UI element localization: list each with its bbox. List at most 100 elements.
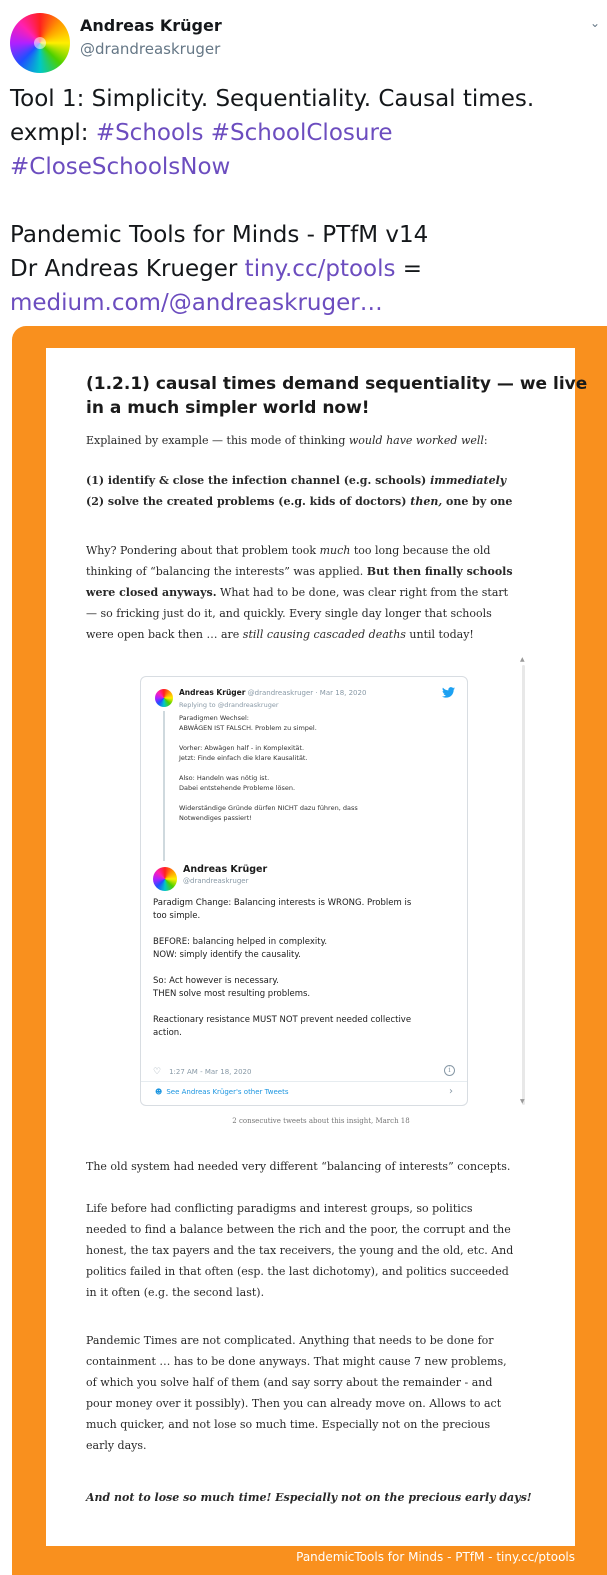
why-paragraph: Why? Pondering about that problem took m… [86,540,556,645]
text-line: early days. [86,1439,147,1452]
tweet-line: Paradigmen Wechsel: [179,714,249,722]
tweet-line: Pandemic Tools for Minds - PTfM v14 [10,222,429,248]
english-tweet-text: Paradigm Change: Balancing interests is … [153,897,458,1040]
text-line: needed to find a balance between the ric… [86,1223,511,1236]
embed-timestamp-row: ♡ 1:27 AM - Mar 18, 2020 [153,1067,251,1077]
tweet-text-fragment: exmpl: [10,120,96,146]
embed-timestamp[interactable]: 1:27 AM - Mar 18, 2020 [169,1068,251,1076]
figure-caption: 2 consecutive tweets about this insight,… [232,1117,410,1125]
tweet-line: ABWÄGEN IST FALSCH. Problem zu simpel. [179,724,317,732]
intro-paragraph: Explained by example — this mode of thin… [86,430,556,451]
medium-link[interactable]: medium.com/@andreaskruger… [10,290,383,316]
tweet-line: Dabei entstehende Probleme lösen. [179,784,296,792]
text-fragment: much [319,544,351,557]
author-name[interactable]: Andreas Krüger [80,16,222,35]
steps-paragraph: (1) identify & close the infection chann… [86,470,556,512]
text-line: And not to lose so much time! Especially… [86,1491,532,1504]
text-fragment: (2) solve the created problems (e.g. kid… [86,495,411,508]
embed-author-handle[interactable]: @drandreaskruger [183,877,248,885]
avatar[interactable] [155,689,173,707]
image-footer-caption: PandemicTools for Minds - PTfM - tiny.cc… [296,1550,575,1564]
avatar[interactable] [10,13,70,73]
tweet-header: Andreas Krüger @drandreaskruger ⌄ [10,10,600,73]
embed-author-name[interactable]: Andreas Krüger [183,864,267,875]
heart-icon[interactable]: ♡ [153,1067,161,1077]
title-line: (1.2.1) causal times demand sequentialit… [86,374,588,394]
article-title: (1.2.1) causal times demand sequentialit… [86,372,588,420]
closing-paragraph: And not to lose so much time! Especially… [86,1487,556,1508]
text-fragment: : [483,434,488,447]
info-icon[interactable]: i [444,1065,455,1076]
avatar[interactable] [153,867,177,891]
text-fragment: too long because the old [350,544,491,557]
tweet-line: Vorher: Abwägen half - in Komplexität. [179,744,305,752]
tweet-line: Widerständige Gründe dürfen NICHT dazu f… [179,804,358,812]
text-fragment: were open back then … are [86,628,243,641]
chevron-right-icon[interactable]: › [449,1086,453,1097]
paragraph: Life before had conflicting paradigms an… [86,1198,556,1303]
tweet-line: Jetzt: Finde einfach die klare Kausalitä… [179,754,308,762]
chevron-down-icon[interactable]: ⌄ [590,16,600,30]
twitter-bird-icon[interactable] [442,687,455,698]
divider [141,1081,467,1082]
see-other-tweets-label: See Andreas Krüger's other Tweets [166,1088,289,1096]
text-fragment: — so fricking just do it, and quickly. E… [86,607,492,620]
author-handle[interactable]: @drandreaskruger [80,40,220,58]
tweet-line: Paradigm Change: Balancing interests is … [153,898,412,908]
tweet-line: Dr Andreas Krueger tiny.cc/ptools = [10,252,600,286]
title-line: in a much simpler world now! [86,398,370,418]
text-fragment: immediately [430,474,507,487]
tweet-line: action. [153,1028,182,1038]
german-tweet-text: Paradigmen Wechsel: ABWÄGEN IST FALSCH. … [179,713,459,823]
scrollbar[interactable] [522,665,525,1105]
text-fragment: still causing cascaded deaths [242,628,406,641]
tweet-line: Reactionary resistance MUST NOT prevent … [153,1015,412,1025]
text-line: Pandemic Times are not complicated. Anyt… [86,1334,494,1347]
tweet-line: THEN solve most resulting problems. [153,989,311,999]
replying-to[interactable]: Replying to @drandreaskruger [179,701,279,709]
embed-header: Andreas Krüger @drandreaskruger · Mar 18… [179,688,366,697]
tweet-line: exmpl: #Schools #SchoolClosure [10,116,600,150]
text-fragment: until today! [405,628,474,641]
tweet-line: Tool 1: Simplicity. Sequentiality. Causa… [10,86,535,112]
text-fragment: were closed anyways. [86,586,217,599]
tweet-text: Tool 1: Simplicity. Sequentiality. Causa… [10,82,600,320]
text-line: pour money over it possibly). Then you c… [86,1397,502,1410]
tweet-line: medium.com/@andreaskruger… [10,286,600,320]
text-fragment: (1) identify & close the infection chann… [86,474,431,487]
embed-author-name[interactable]: Andreas Krüger [179,688,245,697]
person-icon: ☻ [155,1088,163,1096]
text-fragment: Explained by example — this mode of thin… [86,434,349,447]
scroll-up-icon[interactable]: ▲ [520,656,525,663]
text-line: politics failed in that often (esp. the … [86,1265,509,1278]
hashtag-closeschoolsnow-link[interactable]: #CloseSchoolsNow [10,154,230,180]
tweet-line: BEFORE: balancing helped in complexity. [153,937,328,947]
see-other-tweets-link[interactable]: ☻ See Andreas Krüger's other Tweets [155,1088,289,1096]
tweet-line: So: Act however is necessary. [153,976,279,986]
hashtag-schoolclosure-link[interactable]: #SchoolClosure [211,120,393,146]
text-line: containment … has to be done anyways. Th… [86,1355,507,1368]
paragraph: The old system had needed very different… [86,1156,556,1177]
text-line: of which you solve half of them (and say… [86,1376,493,1389]
text-fragment: would have worked well [348,434,484,447]
tweet-text-fragment: Dr Andreas Krueger [10,256,245,282]
thread-line [163,711,165,861]
tweet-line: Also: Handeln was nötig ist. [179,774,270,782]
tweet-text-fragment: = [395,256,423,282]
hashtag-schools-link[interactable]: #Schools [96,120,204,146]
text-line: Life before had conflicting paradigms an… [86,1202,473,1215]
text-line: in it often (e.g. the second last). [86,1286,265,1299]
text-fragment: thinking of “balancing the interests” wa… [86,565,367,578]
ptools-link[interactable]: tiny.cc/ptools [245,256,396,282]
paragraph: Pandemic Times are not complicated. Anyt… [86,1330,556,1456]
tweet-line: Notwendiges passiert! [179,814,252,822]
scroll-down-icon[interactable]: ▼ [520,1098,525,1105]
tweet-line: #CloseSchoolsNow [10,150,600,184]
embedded-tweet[interactable]: Andreas Krüger @drandreaskruger · Mar 18… [140,676,468,1106]
text-line: much quicker, and not lose so much time.… [86,1418,491,1431]
